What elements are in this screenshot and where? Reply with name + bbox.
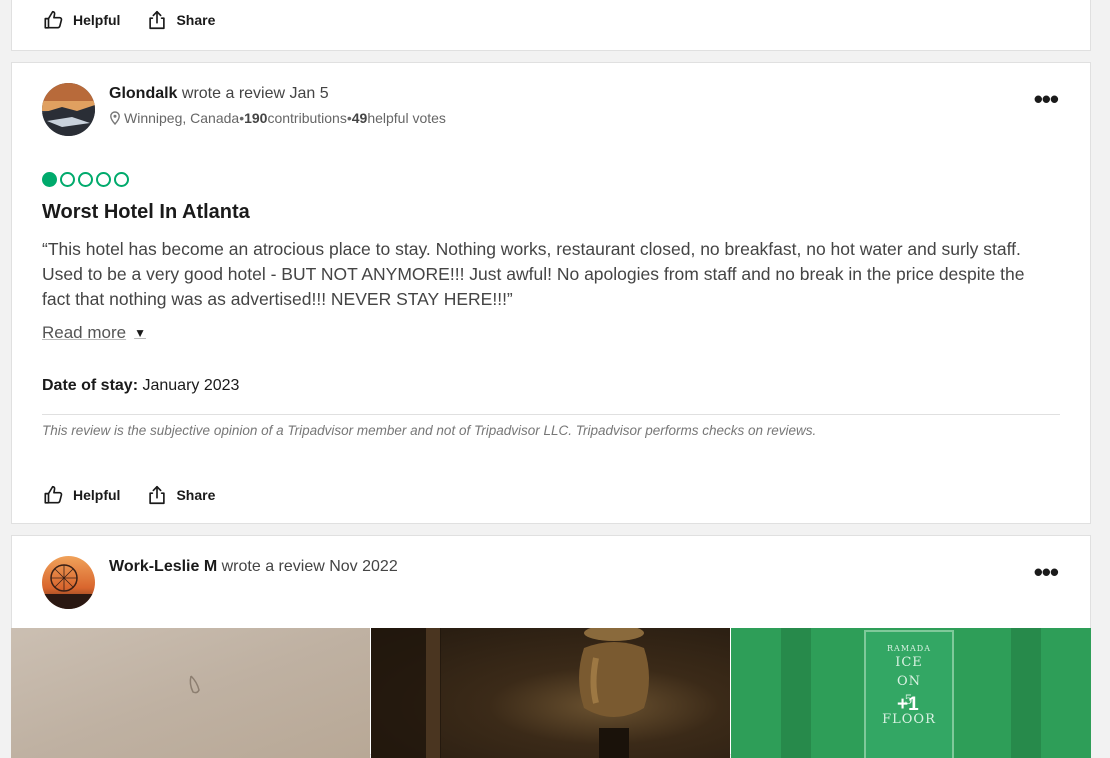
sign-line: ICE [895,655,923,670]
review-actions: Helpful Share [43,484,241,506]
thumbs-up-icon [44,10,63,29]
read-more-link[interactable]: Read more ▼ [42,323,146,343]
review-actions: Helpful Share [43,9,241,31]
more-photos-count[interactable]: +1 [897,694,919,716]
review-date: Nov 2022 [329,558,398,575]
date-of-stay-value: January 2023 [138,377,240,394]
wrote-text: wrote a review [217,558,330,575]
date-of-stay-label: Date of stay: [42,377,139,394]
share-icon [149,10,166,30]
rating-bubble [60,172,75,187]
share-button[interactable]: Share [146,484,215,506]
review-card-previous: Helpful Share [11,0,1091,51]
more-options-icon[interactable]: ••• [1034,559,1059,585]
more-options-icon[interactable]: ••• [1034,86,1059,112]
share-label: Share [176,487,216,503]
review-author-line: Glondalk wrote a review Jan 5 [109,85,329,103]
review-photo[interactable] [11,628,370,758]
read-more-label: Read more [42,323,127,342]
divider [42,414,1060,415]
share-button[interactable]: Share [146,9,215,31]
author-meta: Winnipeg, Canada • 190 contributions • 4… [109,110,446,126]
helpful-button[interactable]: Helpful [43,484,120,506]
author-name[interactable]: Glondalk [109,85,177,102]
sign-line: ON [896,674,922,689]
review-photo[interactable]: RAMADA ICE ON 5 FLOOR +1 [731,628,1091,758]
review-disclaimer: This review is the subjective opinion of… [42,423,817,438]
rating-bubble [114,172,129,187]
helpful-votes-count: 49 [351,110,368,126]
contributions-count: 190 [244,110,268,126]
contributions-label: contributions [267,110,347,126]
share-label: Share [176,12,216,28]
share-icon [149,485,166,505]
avatar[interactable] [42,556,95,609]
wrote-text: wrote a review [177,85,290,102]
review-photos: RAMADA ICE ON 5 FLOOR +1 [11,628,1091,758]
review-card: Glondalk wrote a review Jan 5 Winnipeg, … [11,62,1091,524]
avatar[interactable] [42,83,95,136]
helpful-votes-label: helpful votes [367,110,446,126]
review-card: Work-Leslie M wrote a review Nov 2022 ••… [11,535,1091,758]
review-author-line: Work-Leslie M wrote a review Nov 2022 [109,558,398,576]
author-location: Winnipeg, Canada [124,110,240,126]
caret-down-icon: ▼ [134,326,146,340]
rating-bubble [42,172,57,187]
helpful-button[interactable]: Helpful [43,9,120,31]
date-of-stay: Date of stay: January 2023 [42,377,239,395]
thumbs-up-icon [44,485,63,504]
rating-bubbles [42,172,132,187]
location-pin-icon [110,111,120,125]
helpful-label: Helpful [73,487,121,503]
review-title[interactable]: Worst Hotel In Atlanta [42,201,250,224]
rating-bubble [78,172,93,187]
author-name[interactable]: Work-Leslie M [109,558,217,575]
review-photo[interactable] [371,628,730,758]
helpful-label: Helpful [73,12,121,28]
review-date: Jan 5 [289,85,329,102]
rating-bubble [96,172,111,187]
review-body: “This hotel has become an atrocious plac… [42,239,1025,309]
sign-brand: RAMADA [887,644,931,653]
